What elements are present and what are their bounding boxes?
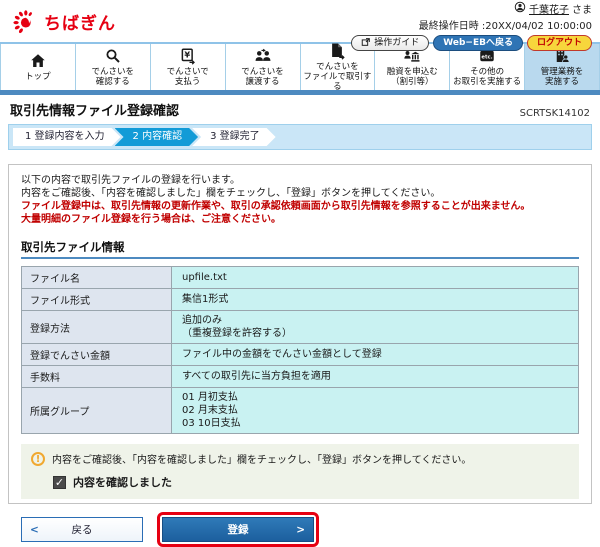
instruction-line-1: 以下の内容で取引先ファイルの登録を行います。 bbox=[21, 175, 240, 186]
step-2-confirm: 2 内容確認 bbox=[115, 128, 199, 146]
step-1-input: 1 登録内容を入力 bbox=[13, 128, 121, 146]
home-icon bbox=[29, 52, 47, 70]
section-title-file-info: 取引先ファイル情報 bbox=[21, 239, 579, 259]
warning-icon: ! bbox=[31, 451, 45, 466]
table-row: 登録でんさい金額 ファイル中の金額をでんさい金額として登録 bbox=[21, 343, 579, 366]
last-operation-time: 最終操作日時 :20XX/04/02 10:00:00 bbox=[418, 21, 592, 32]
confirm-notice-box: ! 内容をご確認後、「内容を確認しました」欄をチェックし、「登録」ボタンを押して… bbox=[21, 444, 579, 499]
user-info: 千葉花子 さま bbox=[351, 1, 592, 16]
chevron-right-icon: > bbox=[296, 523, 305, 536]
row-value-group: 01 月初支払 02 月末支払 03 10日支払 bbox=[171, 387, 579, 434]
instruction-line-2: 内容をご確認後、「内容を確認しました」欄をチェックし、「登録」ボタンを押してくだ… bbox=[21, 188, 441, 199]
row-value-register-method: 追加のみ （重複登録を許容する） bbox=[171, 310, 579, 344]
page-title: 取引先情報ファイル登録確認 bbox=[10, 104, 180, 119]
operation-guide-button[interactable]: 操作ガイド bbox=[351, 35, 430, 51]
transfer-icon bbox=[254, 47, 272, 65]
step-3-complete: 3 登録完了 bbox=[192, 128, 276, 146]
register-button[interactable]: 登録 > bbox=[162, 517, 314, 542]
brand-text: ちばぎん bbox=[44, 13, 116, 34]
user-icon bbox=[514, 1, 526, 16]
confirm-checkbox[interactable]: ✓ bbox=[53, 475, 66, 489]
chibagin-flower-icon bbox=[12, 8, 38, 34]
file-icon bbox=[328, 42, 346, 60]
svg-text:¥: ¥ bbox=[184, 50, 190, 60]
row-label-densai-amount: 登録でんさい金額 bbox=[21, 343, 172, 366]
pay-icon: ¥ bbox=[179, 47, 197, 65]
row-label-fee: 手数料 bbox=[21, 365, 172, 388]
user-name: 千葉花子 bbox=[529, 5, 569, 16]
table-row: 所属グループ 01 月初支払 02 月末支払 03 10日支払 bbox=[21, 387, 579, 434]
step-indicator: 1 登録内容を入力 2 内容確認 3 登録完了 bbox=[8, 124, 592, 150]
check-icon: ✓ bbox=[54, 475, 65, 489]
table-row: ファイル名 upfile.txt bbox=[21, 266, 579, 289]
warning-line-2: 大量明細のファイル登録を行う場合は、ご注意ください。 bbox=[21, 214, 281, 225]
row-value-fee: すべての取引先に当方負担を適用 bbox=[171, 365, 579, 388]
table-row: ファイル形式 集信1形式 bbox=[21, 288, 579, 311]
external-link-icon bbox=[361, 37, 371, 50]
nav-item-transfer-densai[interactable]: でんさいを 譲渡する bbox=[225, 44, 301, 90]
row-label-register-method: 登録方法 bbox=[21, 310, 172, 344]
confirm-notice-text: 内容をご確認後、「内容を確認しました」欄をチェックし、「登録」ボタンを押してくだ… bbox=[52, 455, 472, 466]
screen-id: SCRTSK14102 bbox=[519, 108, 590, 119]
row-value-filename: upfile.txt bbox=[171, 266, 579, 289]
confirm-checkbox-label[interactable]: 内容を確認しました bbox=[73, 474, 172, 490]
nav-item-confirm-densai[interactable]: でんさいを 確認する bbox=[75, 44, 151, 90]
brand-logo[interactable]: ちばぎん bbox=[12, 8, 116, 34]
warning-line-1: ファイル登録中は、取引先情報の更新作業や、取引の承認依頼画面から取引先情報を参照… bbox=[21, 201, 531, 212]
file-info-table: ファイル名 upfile.txt ファイル形式 集信1形式 登録方法 追加のみ … bbox=[21, 266, 579, 434]
row-value-fileformat: 集信1形式 bbox=[171, 288, 579, 311]
svg-text:etc.: etc. bbox=[482, 54, 493, 60]
row-value-densai-amount: ファイル中の金額をでんさい金額として登録 bbox=[171, 343, 579, 366]
nav-item-top[interactable]: トップ bbox=[0, 44, 76, 90]
row-label-fileformat: ファイル形式 bbox=[21, 288, 172, 311]
row-label-group: 所属グループ bbox=[21, 387, 172, 434]
logout-button[interactable]: ログアウト bbox=[526, 35, 592, 51]
back-button[interactable]: < 戻る bbox=[21, 517, 143, 542]
table-row: 登録方法 追加のみ （重複登録を許容する） bbox=[21, 310, 579, 344]
user-suffix: さま bbox=[572, 5, 592, 16]
nav-item-pay-densai[interactable]: ¥ でんさいで 支払う bbox=[150, 44, 226, 90]
header: ちばぎん 千葉花子 さま 最終操作日時 :20XX/04/02 10:00:00 bbox=[0, 0, 600, 51]
search-icon bbox=[104, 47, 122, 65]
main-content: 以下の内容で取引先ファイルの登録を行います。 内容をご確認後、「内容を確認しまし… bbox=[8, 164, 592, 547]
submit-highlight-annotation: 登録 > bbox=[157, 512, 319, 547]
table-row: 手数料 すべての取引先に当方負担を適用 bbox=[21, 365, 579, 388]
web-eb-back-button[interactable]: Web−EBへ戻る bbox=[433, 35, 523, 51]
row-label-filename: ファイル名 bbox=[21, 266, 172, 289]
